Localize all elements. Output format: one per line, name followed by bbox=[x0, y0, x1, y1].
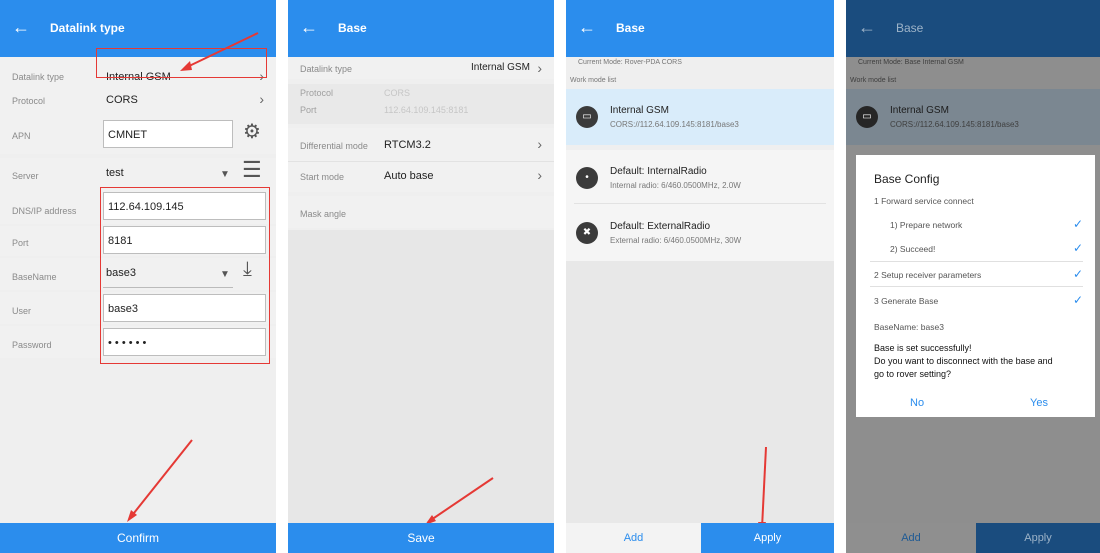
work-mode-name: Internal GSM bbox=[890, 105, 949, 116]
base-config-dialog: Base Config 1 Forward service connect 1)… bbox=[856, 155, 1095, 417]
dialog-title: Base Config bbox=[874, 172, 940, 186]
annotation-arrow bbox=[425, 477, 494, 525]
step-prepare-network: 1) Prepare network bbox=[890, 220, 963, 230]
current-mode-text: Current Mode: Base Internal GSM bbox=[858, 59, 964, 66]
sim-card-icon: ▭ bbox=[856, 106, 878, 128]
save-button[interactable]: Save bbox=[288, 523, 554, 553]
work-mode-detail: CORS://112.64.109.145:8181/base3 bbox=[890, 120, 1019, 129]
add-button[interactable]: Add bbox=[566, 523, 701, 553]
datalink-type-screen: ← Datalink type Datalink type Internal G… bbox=[0, 0, 276, 553]
success-message: Base is set successfully! bbox=[874, 343, 972, 353]
check-icon: ✓ bbox=[1072, 267, 1083, 281]
divider bbox=[870, 286, 1083, 287]
apply-button[interactable]: Apply bbox=[701, 523, 834, 553]
no-button[interactable]: No bbox=[910, 397, 924, 409]
check-icon: ✓ bbox=[1072, 217, 1083, 231]
top-bar: ← Base bbox=[846, 0, 1100, 57]
yes-button[interactable]: Yes bbox=[1030, 397, 1048, 409]
step-setup-receiver: 2 Setup receiver parameters bbox=[874, 270, 982, 280]
step-generate-base: 3 Generate Base bbox=[874, 296, 939, 306]
step-forward-service: 1 Forward service connect bbox=[874, 196, 974, 206]
confirm-button[interactable]: Confirm bbox=[0, 523, 276, 553]
disconnect-question-cont: go to rover setting? bbox=[874, 369, 952, 379]
divider bbox=[870, 261, 1083, 262]
disconnect-question: Do you want to disconnect with the base … bbox=[874, 356, 1053, 366]
base-work-mode-screen: ← Base Current Mode: Rover-PDA CORS Work… bbox=[566, 0, 834, 553]
page-title: Base bbox=[896, 21, 924, 35]
apply-button[interactable]: Apply bbox=[976, 523, 1100, 553]
step-succeed: 2) Succeed! bbox=[890, 244, 936, 254]
add-button[interactable]: Add bbox=[846, 523, 976, 553]
back-arrow-icon[interactable]: ← bbox=[858, 18, 876, 36]
base-settings-screen: ← Base Datalink type Internal GSM › Prot… bbox=[288, 0, 554, 553]
check-icon: ✓ bbox=[1072, 241, 1083, 255]
work-mode-list-label: Work mode list bbox=[850, 77, 897, 84]
work-mode-item-internal-gsm[interactable]: ▭ Internal GSM CORS://112.64.109.145:818… bbox=[846, 89, 1100, 145]
annotation-arrow bbox=[758, 446, 767, 534]
annotation-arrows bbox=[127, 32, 259, 522]
check-icon: ✓ bbox=[1072, 293, 1083, 307]
basename-text: BaseName: base3 bbox=[874, 322, 944, 332]
